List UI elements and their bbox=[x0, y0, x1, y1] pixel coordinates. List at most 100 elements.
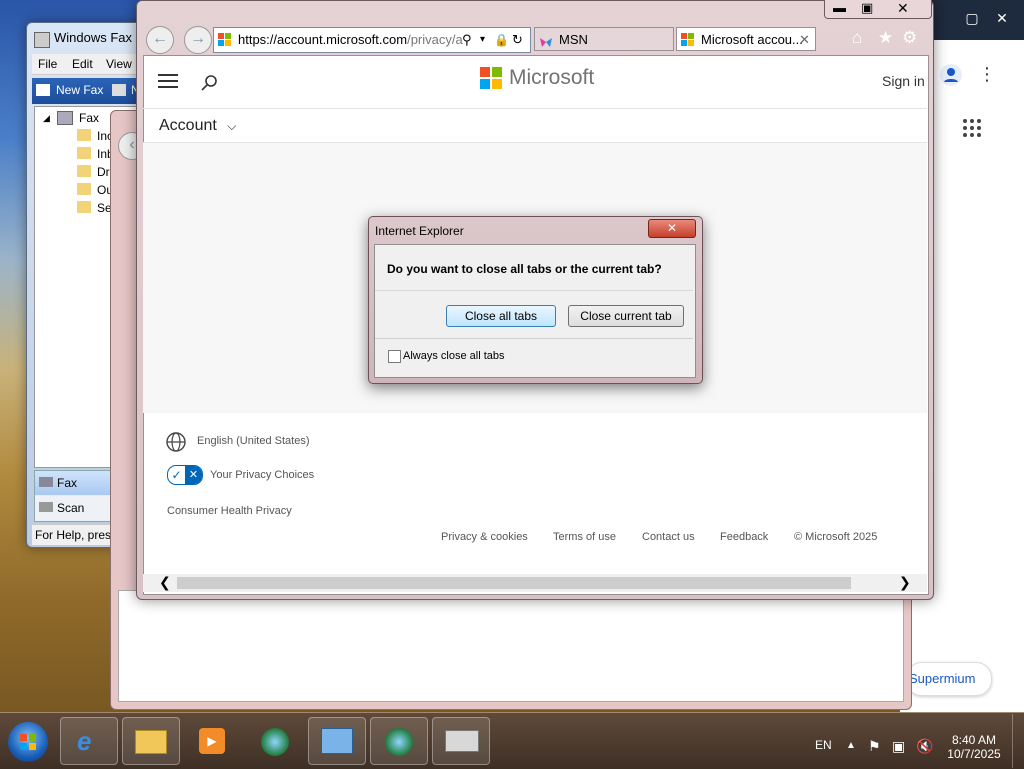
microsoft-favicon bbox=[681, 33, 695, 47]
refresh-icon[interactable]: ↻ bbox=[512, 28, 523, 52]
header-divider bbox=[143, 108, 927, 109]
tree-item-fax[interactable]: Fax bbox=[79, 111, 99, 125]
consumer-health-privacy-link[interactable]: Consumer Health Privacy bbox=[167, 505, 292, 517]
scroll-right-icon[interactable]: ❯ bbox=[899, 574, 911, 591]
address-bar[interactable]: https://account.microsoft.com/privacy/a … bbox=[213, 27, 531, 53]
footer-privacy-cookies[interactable]: Privacy & cookies bbox=[441, 531, 528, 543]
pencil-icon bbox=[77, 165, 91, 177]
settings-gear-icon[interactable]: ⚙ bbox=[902, 28, 917, 48]
lock-icon[interactable]: 🔒 bbox=[494, 28, 509, 52]
back-button[interactable]: ← bbox=[146, 26, 174, 54]
profile-icon[interactable] bbox=[940, 64, 962, 86]
search-icon[interactable] bbox=[200, 74, 218, 95]
taskbar-fax-and-scan[interactable] bbox=[432, 717, 490, 765]
fax-status-text: For Help, press bbox=[35, 528, 118, 542]
tree-collapse-icon[interactable]: ◢ bbox=[43, 113, 50, 124]
minimize-icon[interactable]: ▬ bbox=[833, 0, 846, 15]
nav-fax-label: Fax bbox=[57, 476, 78, 490]
network-icon[interactable]: ▣ bbox=[892, 738, 905, 755]
folder-icon bbox=[77, 147, 91, 159]
tab-close-icon[interactable]: ✕ bbox=[799, 28, 810, 52]
tree-item-drafts[interactable]: Dr bbox=[97, 165, 110, 179]
new-fax-icon bbox=[36, 84, 50, 96]
always-close-checkbox[interactable] bbox=[388, 350, 401, 363]
close-all-tabs-button[interactable]: Close all tabs bbox=[446, 305, 556, 327]
folder-icon bbox=[135, 730, 167, 754]
globe-icon bbox=[261, 728, 289, 756]
dialog-question: Do you want to close all tabs or the cur… bbox=[387, 262, 662, 276]
footer-feedback[interactable]: Feedback bbox=[720, 531, 768, 543]
globe-icon bbox=[166, 432, 186, 455]
footer-copyright: © Microsoft 2025 bbox=[794, 531, 878, 543]
taskbar-internet-explorer[interactable]: e bbox=[60, 717, 118, 765]
taskbar-browser-b[interactable] bbox=[370, 717, 428, 765]
sign-in-link[interactable]: Sign in bbox=[882, 73, 925, 89]
new-fax-button[interactable]: New Fax bbox=[56, 83, 103, 97]
fax-menubar: File Edit View bbox=[32, 54, 144, 75]
msn-butterfly-icon bbox=[539, 33, 553, 47]
scan-icon bbox=[112, 84, 126, 96]
folder-icon bbox=[77, 201, 91, 213]
tab-msn-label: MSN bbox=[559, 32, 588, 47]
clock[interactable]: 8:40 AM 10/7/2025 bbox=[946, 733, 1002, 761]
language-selector[interactable]: English (United States) bbox=[197, 435, 310, 447]
media-player-icon: ▶ bbox=[199, 728, 225, 754]
address-url: https://account.microsoft.com/privacy/a bbox=[238, 28, 463, 52]
fax-toolbar: New Fax N bbox=[32, 78, 144, 104]
control-panel-icon bbox=[321, 728, 353, 754]
show-hidden-icons-icon[interactable]: ▲ bbox=[846, 740, 856, 751]
forward-button[interactable]: → bbox=[184, 26, 212, 54]
dialog-close-button[interactable]: ✕ bbox=[648, 219, 696, 238]
scroll-left-icon[interactable]: ❮ bbox=[159, 574, 171, 591]
internet-explorer-icon: e bbox=[77, 726, 92, 756]
home-icon[interactable]: ⌂ bbox=[852, 28, 862, 48]
start-button[interactable] bbox=[8, 722, 48, 762]
microsoft-logo-icon[interactable] bbox=[480, 67, 503, 90]
always-close-label[interactable]: Always close all tabs bbox=[403, 350, 505, 362]
scan-icon bbox=[39, 502, 53, 512]
privacy-choices-icon: ✓ ✕ bbox=[167, 465, 203, 485]
horizontal-scrollbar[interactable]: ❮ ❯ bbox=[143, 574, 927, 592]
language-indicator[interactable]: EN bbox=[815, 738, 832, 752]
fax-icon bbox=[39, 477, 53, 487]
background-ie-content bbox=[118, 590, 904, 702]
footer-terms-of-use[interactable]: Terms of use bbox=[553, 531, 616, 543]
favorites-star-icon[interactable]: ★ bbox=[878, 28, 893, 48]
footer-contact-us[interactable]: Contact us bbox=[642, 531, 695, 543]
tab-microsoft-account-label: Microsoft accou... bbox=[701, 32, 803, 47]
dialog-footer-separator bbox=[375, 338, 693, 339]
dropdown-icon[interactable]: ▾ bbox=[480, 28, 485, 52]
close-current-tab-button[interactable]: Close current tab bbox=[568, 305, 684, 327]
maximize-icon[interactable]: ▣ bbox=[861, 0, 873, 16]
privacy-choices-link[interactable]: Your Privacy Choices bbox=[210, 469, 314, 481]
volume-muted-icon[interactable]: 🔇 bbox=[916, 738, 933, 755]
globe-icon bbox=[385, 728, 413, 756]
close-icon[interactable]: ✕ bbox=[982, 8, 1022, 28]
fax-machine-icon bbox=[445, 730, 479, 752]
supermium-button[interactable]: Supermium bbox=[906, 662, 992, 696]
menu-view[interactable]: View bbox=[106, 57, 132, 71]
taskbar-file-explorer[interactable] bbox=[122, 717, 180, 765]
clock-date: 10/7/2025 bbox=[947, 747, 1001, 761]
taskbar-browser-a[interactable] bbox=[246, 717, 304, 765]
taskbar-control-panel[interactable] bbox=[308, 717, 366, 765]
microsoft-brand[interactable]: Microsoft bbox=[509, 66, 594, 90]
close-window-icon[interactable]: ✕ bbox=[897, 0, 909, 17]
scrollbar-thumb[interactable] bbox=[177, 577, 851, 589]
menu-file[interactable]: File bbox=[38, 57, 57, 71]
apps-grid-icon[interactable] bbox=[962, 118, 982, 141]
action-center-flag-icon[interactable]: ⚑ bbox=[868, 738, 881, 755]
clock-time: 8:40 AM bbox=[951, 733, 997, 747]
taskbar-media-player[interactable]: ▶ bbox=[184, 717, 242, 765]
more-menu-icon[interactable]: ⋮ bbox=[978, 64, 996, 85]
hamburger-menu-icon[interactable] bbox=[158, 74, 178, 91]
menu-edit[interactable]: Edit bbox=[72, 57, 93, 71]
search-icon[interactable]: ⚲ bbox=[462, 28, 472, 52]
tab-msn[interactable]: MSN bbox=[534, 27, 674, 51]
chevron-down-icon: ⌵ bbox=[227, 119, 237, 133]
url-path: /privacy/a bbox=[407, 32, 463, 47]
tab-microsoft-account[interactable]: Microsoft accou... ✕ bbox=[676, 27, 816, 51]
account-menu[interactable]: Account ⌵ bbox=[159, 117, 236, 135]
show-desktop-button[interactable] bbox=[1012, 714, 1024, 768]
fax-root-icon bbox=[57, 111, 73, 125]
